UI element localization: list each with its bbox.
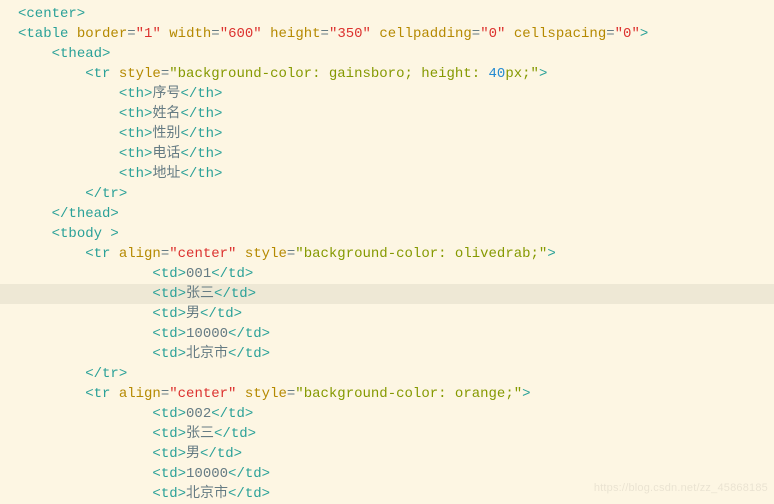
code-line: </tr> <box>18 364 774 384</box>
code-line: <tr align="center" style="background-col… <box>18 384 774 404</box>
code-line: </thead> <box>18 204 774 224</box>
code-line: <thead> <box>18 44 774 64</box>
code-line: <tr align="center" style="background-col… <box>18 244 774 264</box>
code-line: <td>001</td> <box>18 264 774 284</box>
code-line: <tbody > <box>18 224 774 244</box>
watermark-text: https://blog.csdn.net/zz_45868185 <box>594 478 768 498</box>
code-line: <th>序号</th> <box>18 84 774 104</box>
code-line: <tr style="background-color: gainsboro; … <box>18 64 774 84</box>
code-line: <th>地址</th> <box>18 164 774 184</box>
code-line: </tr> <box>18 184 774 204</box>
code-line: <td>北京市</td> <box>18 344 774 364</box>
code-line: <th>电话</th> <box>18 144 774 164</box>
code-line: <td>10000</td> <box>18 324 774 344</box>
code-line: <td>002</td> <box>18 404 774 424</box>
code-block: <center><table border="1" width="600" he… <box>0 0 774 504</box>
code-line: <td>男</td> <box>18 304 774 324</box>
code-line: <th>性别</th> <box>18 124 774 144</box>
code-line: <table border="1" width="600" height="35… <box>18 24 774 44</box>
code-line: <td>张三</td> <box>18 424 774 444</box>
code-line: <center> <box>18 4 774 24</box>
code-line: <td>男</td> <box>18 444 774 464</box>
code-line: <th>姓名</th> <box>18 104 774 124</box>
code-line: <td>张三</td> <box>0 284 774 304</box>
